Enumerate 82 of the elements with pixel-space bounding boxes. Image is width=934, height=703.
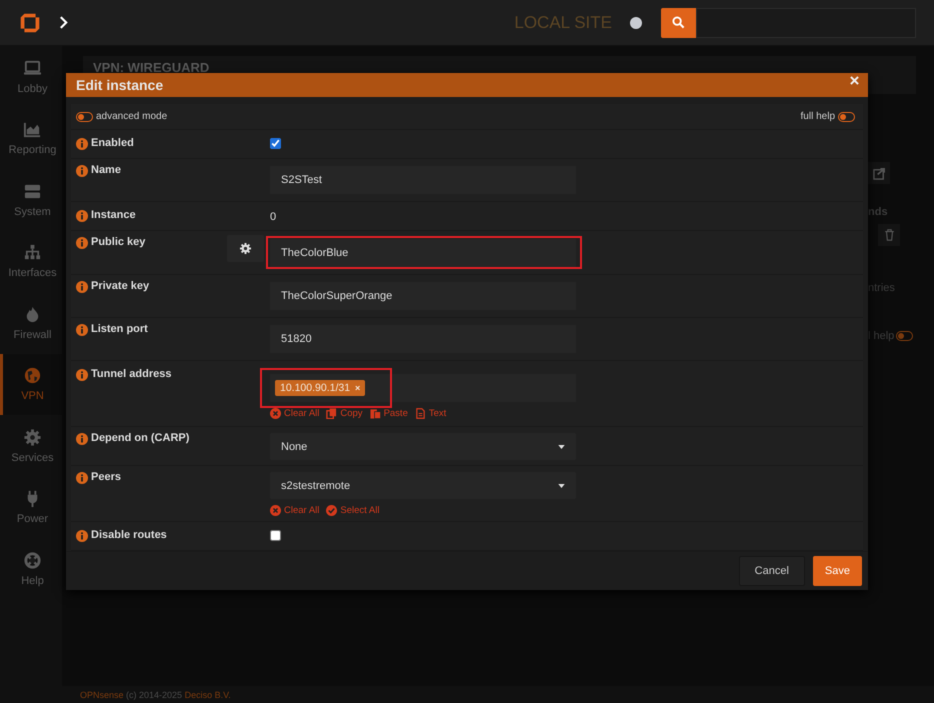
caret-icon [558, 444, 565, 449]
field-label: Public key [91, 236, 146, 248]
text-field[interactable]: S2STest [270, 166, 576, 194]
lifebuoy-icon [23, 550, 42, 570]
text-field[interactable]: TheColorSuperOrange [270, 282, 576, 310]
delete-button[interactable] [878, 224, 900, 246]
field-label: Depend on (CARP) [91, 432, 190, 444]
sidebar-item[interactable]: Power [0, 476, 62, 538]
sidebar-item[interactable]: Lobby [0, 46, 62, 108]
page-title: VPN: WIREGUARD [93, 61, 210, 75]
close-button[interactable] [850, 76, 859, 85]
sidebar-item[interactable]: System [0, 169, 62, 230]
status-dot [630, 16, 642, 28]
chevron-icon[interactable] [59, 16, 68, 29]
address-tag[interactable]: 10.100.90.1/31 × [275, 380, 366, 396]
clear-icon [270, 408, 281, 420]
sidebar-item[interactable]: Services [0, 415, 62, 476]
text-field[interactable]: TheColorBlue [270, 239, 576, 268]
advanced-mode-label: advanced mode [96, 111, 168, 122]
clear-icon [270, 505, 281, 516]
clipboard-icon [370, 408, 381, 420]
full-help-label: full help [800, 111, 835, 122]
search-field[interactable] [696, 8, 916, 38]
action-link[interactable]: Text [414, 408, 446, 420]
check-circle-icon [326, 505, 338, 516]
document-icon [414, 408, 426, 420]
field-label: Private key [91, 280, 150, 292]
info-icon[interactable] [76, 237, 88, 250]
tokens-field[interactable]: 10.100.90.1/31 × [270, 374, 576, 402]
field-label: Name [91, 164, 121, 176]
info-icon[interactable] [76, 210, 88, 222]
chart-icon [23, 120, 42, 140]
info-icon[interactable] [76, 165, 88, 178]
sidebar-item[interactable]: Firewall [0, 292, 62, 354]
info-icon[interactable] [76, 472, 88, 484]
export-button[interactable] [868, 162, 890, 184]
action-link[interactable]: Clear All [270, 505, 320, 516]
generate-button[interactable] [227, 235, 264, 262]
info-icon[interactable] [76, 138, 88, 150]
info-icon[interactable] [76, 433, 88, 446]
checkbox[interactable] [270, 138, 281, 150]
sidebar-item[interactable]: VPN [0, 354, 62, 415]
gear-icon [23, 428, 42, 447]
field-label: Tunnel address [91, 368, 172, 380]
info-icon[interactable] [76, 324, 88, 336]
dialog-title: Edit instance [76, 77, 164, 94]
info-icon[interactable] [76, 281, 88, 294]
checkbox[interactable] [270, 530, 281, 542]
action-link[interactable]: Paste [370, 408, 408, 420]
cancel-button[interactable]: Cancel [738, 556, 805, 586]
search-icon [672, 16, 685, 29]
field-value: 0 [270, 210, 278, 224]
globe-icon [23, 366, 42, 386]
action-link[interactable]: Select All [326, 505, 380, 516]
sidebar-item[interactable]: Interfaces [0, 230, 62, 292]
select-dropdown[interactable]: s2stestremote [270, 472, 576, 500]
sidebar-item[interactable]: Reporting [0, 108, 62, 169]
gear-icon [239, 242, 252, 256]
field-label: Peers [91, 471, 121, 484]
help-toggle[interactable] [896, 331, 914, 341]
full-help-toggle[interactable] [838, 112, 855, 122]
copy-icon [326, 408, 338, 420]
trash-icon [884, 229, 894, 241]
field-label: Instance [91, 209, 136, 222]
info-icon[interactable] [76, 369, 88, 382]
select-dropdown[interactable]: None [270, 433, 576, 460]
site-label: LOCAL SITE [514, 12, 612, 32]
close-icon [850, 76, 859, 85]
field-label: Disable routes [91, 529, 167, 542]
action-link[interactable]: Clear All [270, 408, 320, 420]
search-button[interactable] [661, 8, 696, 38]
text-field[interactable]: 51820 [270, 325, 576, 354]
caret-icon [558, 484, 565, 488]
action-link[interactable]: Copy [326, 408, 363, 420]
field-label: Listen port [91, 323, 148, 336]
advanced-mode-toggle[interactable] [76, 112, 93, 122]
copyright-text: OPNsense (c) 2014-2025 Deciso B.V. [80, 690, 231, 700]
field-label: Enabled [91, 137, 134, 150]
export-icon [872, 166, 886, 180]
info-icon[interactable] [76, 530, 88, 542]
sidebar-item[interactable]: Help [0, 538, 62, 600]
save-button[interactable]: Save [812, 556, 862, 586]
